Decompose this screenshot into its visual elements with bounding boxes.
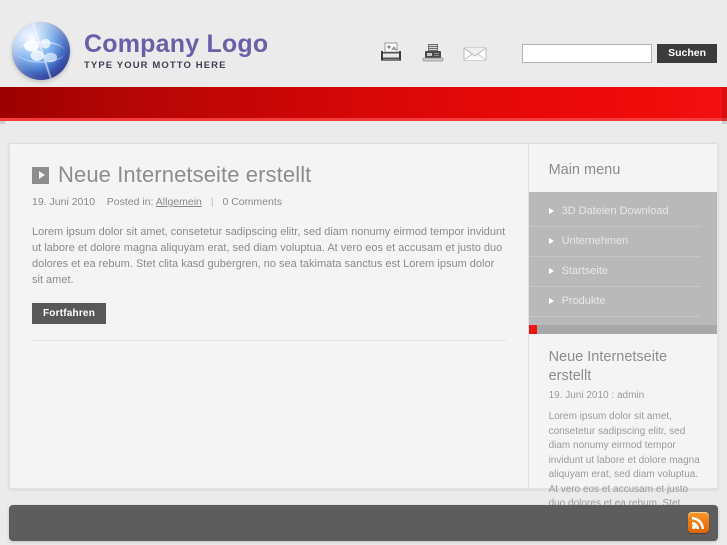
widget-title[interactable]: Neue Internetseite erstellt [549, 348, 700, 386]
content-panel: Neue Internetseite erstellt 19. Juni 201… [9, 143, 718, 538]
menu-item-label: Unternehmen [561, 235, 629, 247]
sidebar-item-3d-dateien-download[interactable]: 3D Dateien Download [528, 202, 701, 227]
globe-landmass [22, 37, 60, 68]
brand-title: Company Logo [84, 30, 269, 59]
header-tools: Suchen [372, 40, 717, 66]
rss-feed-icon[interactable] [688, 512, 709, 533]
globe-logo-icon [12, 22, 70, 80]
menu-footer-strip [528, 325, 717, 334]
post-date: 19. Juni 2010 [32, 196, 96, 208]
post-category-link[interactable]: Allgemein [156, 196, 202, 208]
caret-right-icon [548, 298, 554, 304]
caret-right-icon [548, 208, 554, 214]
post-column: Neue Internetseite erstellt 19. Juni 201… [10, 144, 528, 488]
sidebar-item-unternehmen[interactable]: Unternehmen [528, 227, 701, 257]
post-title-text: Neue Internetseite erstellt [58, 162, 312, 187]
sidebar-item-produkte[interactable]: Produkte [528, 287, 701, 317]
caret-right-icon [548, 238, 554, 244]
brand-text: Company Logo TYPE YOUR MOTTO HERE [84, 30, 269, 71]
menu-item-label: Startseite [561, 265, 609, 277]
post-meta: 19. Juni 2010 Posted in: Allgemein | 0 C… [32, 196, 506, 208]
menu-item-label: 3D Dateien Download [561, 205, 669, 217]
continue-button[interactable]: Fortfahren [32, 303, 106, 324]
main-menu-heading: Main menu [548, 162, 621, 178]
sidebar: Main menu 3D Dateien Download Unternehme… [527, 144, 717, 538]
posted-in-label: Posted in: [106, 196, 154, 208]
page-root: Company Logo TYPE YOUR MOTTO HERE Suchen… [0, 0, 727, 545]
sidebar-item-startseite[interactable]: Startseite [528, 257, 701, 287]
meta-separator: | [210, 196, 214, 208]
search-input[interactable] [522, 43, 653, 63]
brand-motto: TYPE YOUR MOTTO HERE [84, 59, 227, 71]
site-header: Company Logo TYPE YOUR MOTTO HERE Suchen [0, 0, 727, 84]
red-accent-marker [528, 325, 537, 334]
post-divider [32, 340, 506, 341]
play-arrow-icon [32, 166, 49, 184]
site-footer [9, 505, 718, 541]
post-comments-count[interactable]: 0 Comments [222, 196, 282, 208]
site-branding[interactable]: Company Logo TYPE YOUR MOTTO HERE [12, 22, 268, 80]
envelope-icon[interactable] [456, 40, 494, 66]
page-title: Neue Internetseite erstellt [32, 162, 506, 188]
post-body: Lorem ipsum dolor sit amet, consetetur s… [32, 226, 506, 286]
caret-right-icon [548, 268, 554, 274]
search-button[interactable]: Suchen [657, 43, 717, 63]
widget-meta: 19. Juni 2010 : admin [548, 390, 645, 401]
print-tray-icon[interactable] [372, 40, 410, 66]
main-menu-block: 3D Dateien Download Unternehmen Startsei… [528, 192, 717, 334]
nav-edge-right [722, 87, 727, 124]
main-navigation-bar[interactable] [0, 87, 727, 121]
fax-machine-icon[interactable] [414, 40, 452, 66]
menu-item-label: Produkte [561, 295, 606, 307]
